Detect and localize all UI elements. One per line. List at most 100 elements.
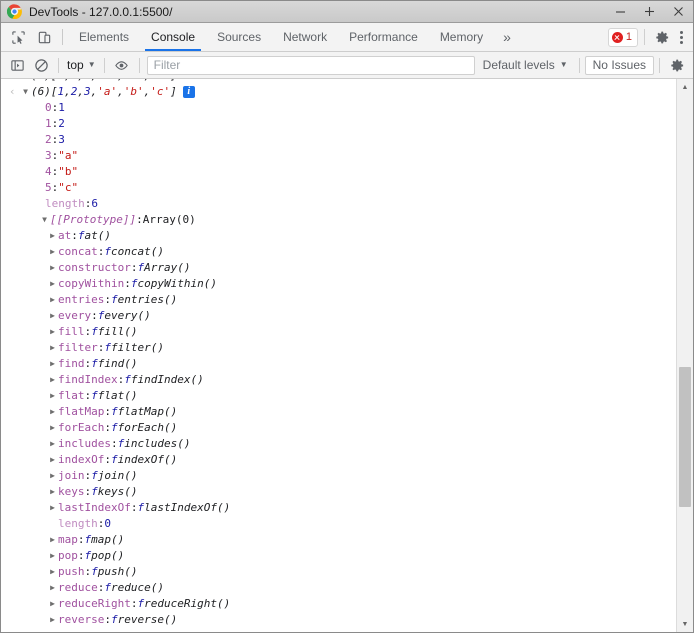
console-prototype-member-row[interactable]: length: 0 bbox=[1, 516, 676, 532]
tab-console[interactable]: Console bbox=[140, 23, 206, 51]
console-prototype-member-row[interactable]: ▶ at: f at() bbox=[1, 228, 676, 244]
tab-network[interactable]: Network bbox=[272, 23, 338, 51]
expand-triangle-icon[interactable]: ▶ bbox=[47, 420, 58, 436]
more-tabs-icon[interactable]: » bbox=[494, 23, 520, 51]
error-count-badge[interactable]: 1 bbox=[607, 27, 638, 47]
console-messages[interactable]: ‹▼(6) [1, 2, 3, 'a', 'b', 'c']‹▼(6) [1, … bbox=[1, 79, 676, 632]
console-prototype-member-row[interactable]: ▶ entries: f entries() bbox=[1, 292, 676, 308]
console-prototype-member-row[interactable]: ▶ indexOf: f indexOf() bbox=[1, 452, 676, 468]
console-property-row[interactable]: 3: "a" bbox=[1, 148, 676, 164]
device-toolbar-icon[interactable] bbox=[31, 23, 57, 51]
function-marker: f bbox=[104, 581, 111, 594]
issues-button[interactable]: No Issues bbox=[584, 55, 654, 75]
console-scrollbar[interactable]: ▲ ▼ bbox=[676, 79, 693, 632]
member-key: filter bbox=[58, 341, 98, 354]
console-prototype-member-row[interactable]: ▶ forEach: f forEach() bbox=[1, 420, 676, 436]
filter-input[interactable] bbox=[146, 55, 475, 75]
console-prototype-member-row[interactable]: ▶ join: f join() bbox=[1, 468, 676, 484]
expand-triangle-icon[interactable]: ▶ bbox=[47, 260, 58, 276]
expand-triangle-icon[interactable]: ▶ bbox=[47, 324, 58, 340]
expand-triangle-icon[interactable]: ▶ bbox=[47, 564, 58, 580]
console-prototype-member-row[interactable]: ▶ flatMap: f flatMap() bbox=[1, 404, 676, 420]
expand-triangle-icon[interactable]: ▶ bbox=[47, 308, 58, 324]
console-prototype-member-row[interactable]: ▶ every: f every() bbox=[1, 308, 676, 324]
expand-triangle-icon[interactable]: ▶ bbox=[47, 372, 58, 388]
scrollbar-thumb[interactable] bbox=[679, 367, 691, 507]
console-prototype-member-row[interactable]: ▶ concat: f concat() bbox=[1, 244, 676, 260]
expand-triangle-icon[interactable]: ▶ bbox=[47, 468, 58, 484]
maximize-button[interactable] bbox=[635, 1, 664, 23]
scroll-down-arrow-icon[interactable]: ▼ bbox=[677, 616, 693, 632]
expand-triangle-icon[interactable]: ▶ bbox=[47, 532, 58, 548]
expand-triangle-icon[interactable]: ▼ bbox=[20, 84, 31, 100]
property-key: 5 bbox=[45, 181, 52, 194]
clear-console-icon[interactable] bbox=[29, 54, 53, 76]
expand-triangle-icon[interactable]: ▶ bbox=[47, 580, 58, 596]
console-prototype-member-row[interactable]: ▶ keys: f keys() bbox=[1, 484, 676, 500]
tab-memory[interactable]: Memory bbox=[429, 23, 494, 51]
colon: : bbox=[84, 389, 92, 402]
expand-triangle-icon[interactable]: ▶ bbox=[47, 548, 58, 564]
expand-triangle-icon[interactable]: ▼ bbox=[39, 212, 50, 228]
console-prototype-member-row[interactable]: ▶ fill: f fill() bbox=[1, 324, 676, 340]
console-prototype-member-row[interactable]: ▶ flat: f flat() bbox=[1, 388, 676, 404]
console-prototype-row[interactable]: ▼ [[Prototype]]: Array(0) bbox=[1, 212, 676, 228]
member-key: every bbox=[58, 309, 92, 322]
execution-context-selector[interactable]: top ▼ bbox=[64, 58, 99, 72]
console-prototype-member-row[interactable]: ▶ constructor: f Array() bbox=[1, 260, 676, 276]
console-prototype-member-row[interactable]: ▶ lastIndexOf: f lastIndexOf() bbox=[1, 500, 676, 516]
console-prototype-member-row[interactable]: ▶ reduceRight: f reduceRight() bbox=[1, 596, 676, 612]
console-property-row[interactable]: 2: 3 bbox=[1, 132, 676, 148]
console-property-row[interactable]: 0: 1 bbox=[1, 100, 676, 116]
console-prototype-member-row[interactable]: ▶ push: f push() bbox=[1, 564, 676, 580]
expand-triangle-icon[interactable]: ▶ bbox=[47, 388, 58, 404]
console-prototype-member-row[interactable]: ▶ reduce: f reduce() bbox=[1, 580, 676, 596]
member-key: lastIndexOf bbox=[58, 501, 131, 514]
expand-triangle-icon[interactable]: ▶ bbox=[47, 596, 58, 612]
expand-triangle-icon[interactable]: ▶ bbox=[47, 228, 58, 244]
console-property-row[interactable]: 1: 2 bbox=[1, 116, 676, 132]
expand-triangle-icon[interactable]: ▶ bbox=[47, 484, 58, 500]
colon: : bbox=[51, 149, 59, 162]
console-property-row[interactable]: 4: "b" bbox=[1, 164, 676, 180]
console-prototype-member-row[interactable]: ▶ findIndex: f findIndex() bbox=[1, 372, 676, 388]
expand-triangle-icon[interactable]: ▶ bbox=[47, 436, 58, 452]
console-prototype-member-row[interactable]: ▶ reverse: f reverse() bbox=[1, 612, 676, 628]
expand-triangle-icon[interactable]: ▶ bbox=[47, 404, 58, 420]
expand-triangle-icon[interactable]: ▶ bbox=[47, 244, 58, 260]
tab-performance[interactable]: Performance bbox=[338, 23, 429, 51]
console-prototype-member-row[interactable]: ▶ pop: f pop() bbox=[1, 548, 676, 564]
colon: : bbox=[51, 181, 59, 194]
log-levels-selector[interactable]: Default levels ▼ bbox=[477, 58, 574, 72]
expand-triangle-icon[interactable]: ▶ bbox=[47, 292, 58, 308]
console-sidebar-icon[interactable] bbox=[5, 54, 29, 76]
kebab-menu-icon[interactable] bbox=[673, 26, 689, 48]
console-prototype-member-row[interactable]: ▶ copyWithin: f copyWithin() bbox=[1, 276, 676, 292]
console-prototype-member-row[interactable]: ▶ find: f find() bbox=[1, 356, 676, 372]
scroll-up-arrow-icon[interactable]: ▲ bbox=[677, 79, 693, 95]
expand-triangle-icon[interactable]: ▶ bbox=[47, 276, 58, 292]
gear-icon[interactable] bbox=[665, 54, 689, 76]
expand-triangle-icon[interactable]: ▶ bbox=[47, 340, 58, 356]
expand-triangle-icon[interactable]: ▶ bbox=[47, 500, 58, 516]
info-badge-icon[interactable]: i bbox=[182, 86, 195, 98]
console-prototype-member-row[interactable]: ▶ includes: f includes() bbox=[1, 436, 676, 452]
close-button[interactable] bbox=[664, 1, 693, 23]
live-expression-icon[interactable] bbox=[110, 54, 134, 76]
minimize-button[interactable] bbox=[606, 1, 635, 23]
expand-triangle-icon[interactable]: ▶ bbox=[47, 452, 58, 468]
console-property-row-length[interactable]: length: 6 bbox=[1, 196, 676, 212]
expand-triangle-icon[interactable]: ▶ bbox=[47, 612, 58, 628]
function-marker: f bbox=[97, 309, 105, 322]
expand-triangle-icon[interactable]: ▶ bbox=[47, 356, 58, 372]
gear-icon[interactable] bbox=[651, 26, 673, 48]
console-prototype-member-row[interactable]: ▶ filter: f filter() bbox=[1, 340, 676, 356]
colon: : bbox=[130, 501, 138, 514]
tab-sources[interactable]: Sources bbox=[206, 23, 272, 51]
console-row-array-preview[interactable]: ‹ ▼ (6) [1, 2, 3, 'a', 'b', 'c'] i bbox=[1, 84, 676, 100]
tab-elements[interactable]: Elements bbox=[68, 23, 140, 51]
property-key: 0 bbox=[45, 101, 52, 114]
console-prototype-member-row[interactable]: ▶ map: f map() bbox=[1, 532, 676, 548]
console-property-row[interactable]: 5: "c" bbox=[1, 180, 676, 196]
inspect-element-icon[interactable] bbox=[5, 23, 31, 51]
